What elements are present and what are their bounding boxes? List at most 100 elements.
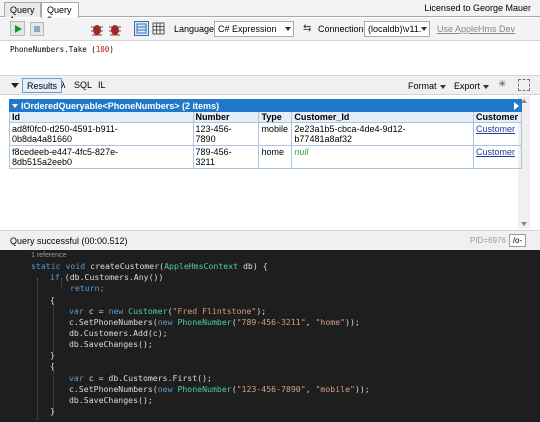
code-text: createCustomer( bbox=[90, 261, 165, 271]
use-connection-link[interactable]: Use AppleHms Dev bbox=[437, 24, 515, 34]
results-table: IOrderedQueryable<PhoneNumbers> (2 items… bbox=[9, 99, 523, 169]
results-header-row: Id Number Type Customer_Id Customer bbox=[9, 111, 523, 123]
chevron-down-icon bbox=[483, 84, 490, 89]
connection-label: Connection bbox=[318, 24, 364, 34]
cell-type: mobile bbox=[258, 122, 293, 146]
code-line-14: } bbox=[50, 406, 55, 416]
tab-lambda[interactable]: λ bbox=[57, 78, 70, 93]
format-menu[interactable]: Format bbox=[408, 81, 446, 91]
code-string: "123-456-7890" bbox=[236, 384, 306, 394]
code-keyword: new bbox=[157, 384, 178, 394]
status-message: Query successful (00:00.512) bbox=[10, 236, 128, 246]
language-select[interactable]: C# Expression bbox=[214, 21, 294, 37]
code-line-13: db.SaveChanges(); bbox=[69, 395, 153, 405]
run-button[interactable] bbox=[10, 21, 25, 36]
query-tab-bar: Query 1 Query 2 Licensed to George Mauer bbox=[0, 0, 540, 25]
code-string: "789-456-3211" bbox=[236, 317, 306, 327]
code-text: db) { bbox=[238, 261, 268, 271]
results-caption-text: IOrderedQueryable<PhoneNumbers> (2 items… bbox=[21, 100, 220, 111]
expand-toggle-icon[interactable] bbox=[12, 104, 18, 109]
code-type: PhoneNumber bbox=[177, 384, 232, 394]
code-keyword: new bbox=[108, 306, 129, 316]
cell-customer-id-line2: b77481a8af32 bbox=[294, 134, 352, 144]
code-keyword: var bbox=[69, 373, 89, 383]
export-menu[interactable]: Export bbox=[454, 81, 490, 91]
code-line-10: { bbox=[50, 361, 55, 371]
code-line-5: var c = new Customer("Fred Flintstone"); bbox=[69, 306, 266, 316]
query-toolbar: Language C# Expression ⇆ Connection (loc… bbox=[0, 18, 540, 41]
indent-guide bbox=[37, 278, 38, 420]
results-caption[interactable]: IOrderedQueryable<PhoneNumbers> (2 items… bbox=[9, 99, 522, 112]
column-header-customer[interactable]: Customer bbox=[472, 111, 523, 123]
cell-customer-id: 2e23a1b5-cbca-4de4-9d12- b77481a8af32 bbox=[291, 122, 474, 146]
code-text: )); bbox=[345, 317, 360, 327]
editor-gutter bbox=[0, 250, 24, 422]
code-line-3: return; bbox=[70, 283, 105, 293]
customer-link[interactable]: Customer bbox=[476, 124, 515, 134]
column-header-number[interactable]: Number bbox=[192, 111, 260, 123]
query-code-number: 100 bbox=[95, 45, 110, 54]
query-code-suffix: ) bbox=[109, 45, 114, 54]
code-string: "home" bbox=[315, 317, 346, 327]
customer-link[interactable]: Customer bbox=[476, 147, 515, 157]
code-keyword: if bbox=[50, 272, 65, 282]
tab-sql-label: SQL bbox=[74, 80, 93, 90]
data-grid-results-icon[interactable] bbox=[152, 22, 165, 35]
code-keyword: static void bbox=[31, 261, 91, 271]
tab-sql[interactable]: SQL bbox=[70, 78, 96, 93]
code-line-9: } bbox=[50, 350, 55, 360]
code-text: (db.Customers.Any()) bbox=[64, 272, 164, 282]
bug-step-icon[interactable] bbox=[108, 22, 122, 36]
rich-text-results-icon[interactable] bbox=[134, 21, 149, 36]
tab-query-2[interactable]: Query 2 bbox=[41, 2, 79, 25]
indent-guide bbox=[53, 303, 54, 351]
connection-value: (localdb)\v11. bbox=[368, 24, 422, 34]
bug-icon[interactable] bbox=[90, 22, 104, 36]
query-editor[interactable]: PhoneNumbers.Take (100) bbox=[4, 42, 534, 75]
cell-id-line2: 0b8da4a81660 bbox=[12, 134, 73, 144]
scroll-down-icon[interactable] bbox=[521, 222, 527, 226]
process-id: PID=6976 bbox=[470, 236, 506, 245]
code-text: , bbox=[305, 384, 316, 394]
tab-lambda-label: λ bbox=[61, 80, 66, 90]
code-line-11: var c = db.Customers.First(); bbox=[69, 373, 212, 383]
tab-il-label: IL bbox=[98, 80, 106, 90]
language-label: Language bbox=[174, 24, 215, 34]
code-text: ); bbox=[256, 306, 267, 316]
code-line-7: db.Customers.Add(c); bbox=[69, 328, 168, 338]
results-caption-row[interactable]: IOrderedQueryable<PhoneNumbers> (2 items… bbox=[9, 99, 522, 112]
cell-number: 789-456- 3211 bbox=[192, 145, 260, 169]
connection-select[interactable]: (localdb)\v11. bbox=[364, 21, 430, 37]
code-editor-pane[interactable]: 1 reference static void createCustomer(A… bbox=[0, 250, 540, 422]
code-line-6: c.SetPhoneNumbers(new PhoneNumber("789-4… bbox=[69, 317, 360, 327]
expand-arrow-icon[interactable] bbox=[514, 102, 519, 110]
tab-il[interactable]: IL bbox=[94, 78, 110, 93]
optimize-toggle-button[interactable]: /o- bbox=[509, 234, 526, 247]
code-string: "mobile" bbox=[315, 384, 355, 394]
collapse-results-icon[interactable] bbox=[11, 83, 19, 88]
chevron-down-icon bbox=[439, 84, 446, 89]
connection-icon: ⇆ bbox=[303, 23, 312, 34]
code-line-8: db.SaveChanges(); bbox=[69, 339, 153, 349]
busy-spinner-icon: ✳ bbox=[498, 79, 507, 90]
null-value: null bbox=[294, 147, 309, 157]
code-text: c.SetPhoneNumbers( bbox=[69, 384, 158, 394]
cell-id: f8cedeeb-e447-4fc5-827e- 8db515a2eeb0 bbox=[9, 145, 194, 169]
code-type: Customer bbox=[128, 306, 168, 316]
code-type: PhoneNumber bbox=[177, 317, 232, 327]
table-row: f8cedeeb-e447-4fc5-827e- 8db515a2eeb0 789… bbox=[9, 145, 523, 169]
column-header-id[interactable]: Id bbox=[9, 111, 194, 123]
tab-results[interactable]: Results bbox=[22, 78, 63, 93]
reference-count-lens[interactable]: 1 reference bbox=[31, 252, 66, 259]
export-label: Export bbox=[454, 81, 481, 91]
chevron-down-icon bbox=[285, 27, 291, 31]
stop-button[interactable] bbox=[30, 22, 44, 36]
column-header-customer-id[interactable]: Customer_Id bbox=[291, 111, 474, 123]
code-keyword: var bbox=[69, 306, 89, 316]
code-text: c = bbox=[88, 306, 109, 316]
column-header-type[interactable]: Type bbox=[258, 111, 293, 123]
linqpad-window: Query 1 Query 2 Licensed to George Mauer… bbox=[0, 0, 540, 250]
tab-query-1[interactable]: Query 1 bbox=[4, 2, 41, 25]
pin-results-icon[interactable] bbox=[518, 79, 530, 91]
code-line-2: if (db.Customers.Any()) bbox=[50, 272, 163, 282]
